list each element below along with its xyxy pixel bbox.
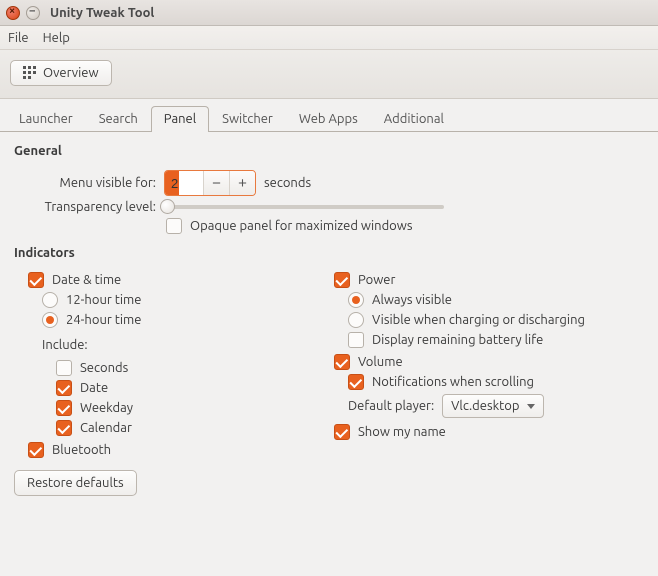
overview-label: Overview (43, 66, 99, 80)
minimize-icon[interactable] (26, 6, 40, 20)
datetime-checkbox[interactable] (28, 272, 44, 288)
tab-search[interactable]: Search (86, 106, 151, 132)
calendar-opt-label: Calendar (80, 421, 132, 435)
h12-label: 12-hour time (66, 293, 141, 307)
toolbar: Overview (0, 50, 658, 99)
spin-minus[interactable]: − (203, 171, 229, 195)
menu-file[interactable]: File (8, 31, 29, 45)
indicators-header: Indicators (14, 242, 644, 268)
datetime-label: Date & time (52, 273, 121, 287)
slider-thumb[interactable] (160, 199, 175, 214)
menubar: File Help (0, 26, 658, 50)
default-player-label: Default player: (348, 399, 434, 413)
volume-notif-checkbox[interactable] (348, 374, 364, 390)
bluetooth-checkbox[interactable] (28, 442, 44, 458)
volume-notif-label: Notifications when scrolling (372, 375, 534, 389)
show-name-checkbox[interactable] (334, 424, 350, 440)
date-opt-label: Date (80, 381, 108, 395)
restore-defaults-button[interactable]: Restore defaults (14, 470, 137, 496)
menu-visible-row: Menu visible for: − + seconds (14, 170, 644, 196)
overview-button[interactable]: Overview (10, 60, 112, 86)
volume-checkbox[interactable] (334, 354, 350, 370)
seconds-label: seconds (264, 176, 311, 190)
power-charging-radio[interactable] (348, 312, 364, 328)
h12-radio[interactable] (42, 292, 58, 308)
power-always-label: Always visible (372, 293, 452, 307)
power-label: Power (358, 273, 395, 287)
spin-plus[interactable]: + (229, 171, 255, 195)
h24-radio[interactable] (42, 312, 58, 328)
opaque-row: Opaque panel for maximized windows (14, 218, 644, 234)
restore-defaults-label: Restore defaults (27, 476, 124, 490)
default-player-value: Vlc.desktop (451, 399, 519, 413)
tab-switcher[interactable]: Switcher (209, 106, 286, 132)
calendar-checkbox[interactable] (56, 420, 72, 436)
default-player-select[interactable]: Vlc.desktop (442, 394, 544, 418)
power-remaining-label: Display remaining battery life (372, 333, 543, 347)
opaque-label: Opaque panel for maximized windows (190, 219, 413, 233)
weekday-opt-label: Weekday (80, 401, 133, 415)
date-checkbox[interactable] (56, 380, 72, 396)
transparency-row: Transparency level: (14, 200, 644, 214)
menu-help[interactable]: Help (43, 31, 70, 45)
indicators-left: Date & time 12-hour time 24-hour time In… (14, 268, 324, 462)
tab-panel[interactable]: Panel (151, 106, 209, 132)
tab-webapps[interactable]: Web Apps (286, 106, 371, 132)
indicators-columns: Date & time 12-hour time 24-hour time In… (14, 268, 644, 462)
close-icon[interactable] (6, 6, 20, 20)
tab-additional[interactable]: Additional (371, 106, 457, 132)
window-title: Unity Tweak Tool (50, 6, 154, 20)
transparency-slider[interactable] (164, 205, 444, 209)
weekday-checkbox[interactable] (56, 400, 72, 416)
menu-visible-input[interactable] (165, 171, 203, 195)
opaque-checkbox[interactable] (166, 218, 182, 234)
power-checkbox[interactable] (334, 272, 350, 288)
transparency-label: Transparency level: (14, 200, 156, 214)
grid-icon (23, 66, 37, 80)
tabbar: Launcher Search Panel Switcher Web Apps … (0, 99, 658, 132)
chevron-down-icon (527, 404, 535, 409)
bluetooth-label: Bluetooth (52, 443, 111, 457)
tab-launcher[interactable]: Launcher (6, 106, 86, 132)
power-remaining-checkbox[interactable] (348, 332, 364, 348)
panel-content: General Menu visible for: − + seconds Tr… (0, 132, 658, 506)
show-name-label: Show my name (358, 425, 446, 439)
include-label: Include: (14, 332, 324, 356)
titlebar: Unity Tweak Tool (0, 0, 658, 26)
volume-label: Volume (358, 355, 403, 369)
power-always-radio[interactable] (348, 292, 364, 308)
seconds-checkbox[interactable] (56, 360, 72, 376)
h24-label: 24-hour time (66, 313, 141, 327)
power-charging-label: Visible when charging or discharging (372, 313, 585, 327)
general-header: General (14, 140, 644, 166)
indicators-right: Power Always visible Visible when chargi… (334, 268, 644, 462)
menu-visible-label: Menu visible for: (14, 176, 156, 190)
menu-visible-spin[interactable]: − + (164, 170, 256, 196)
seconds-opt-label: Seconds (80, 361, 128, 375)
